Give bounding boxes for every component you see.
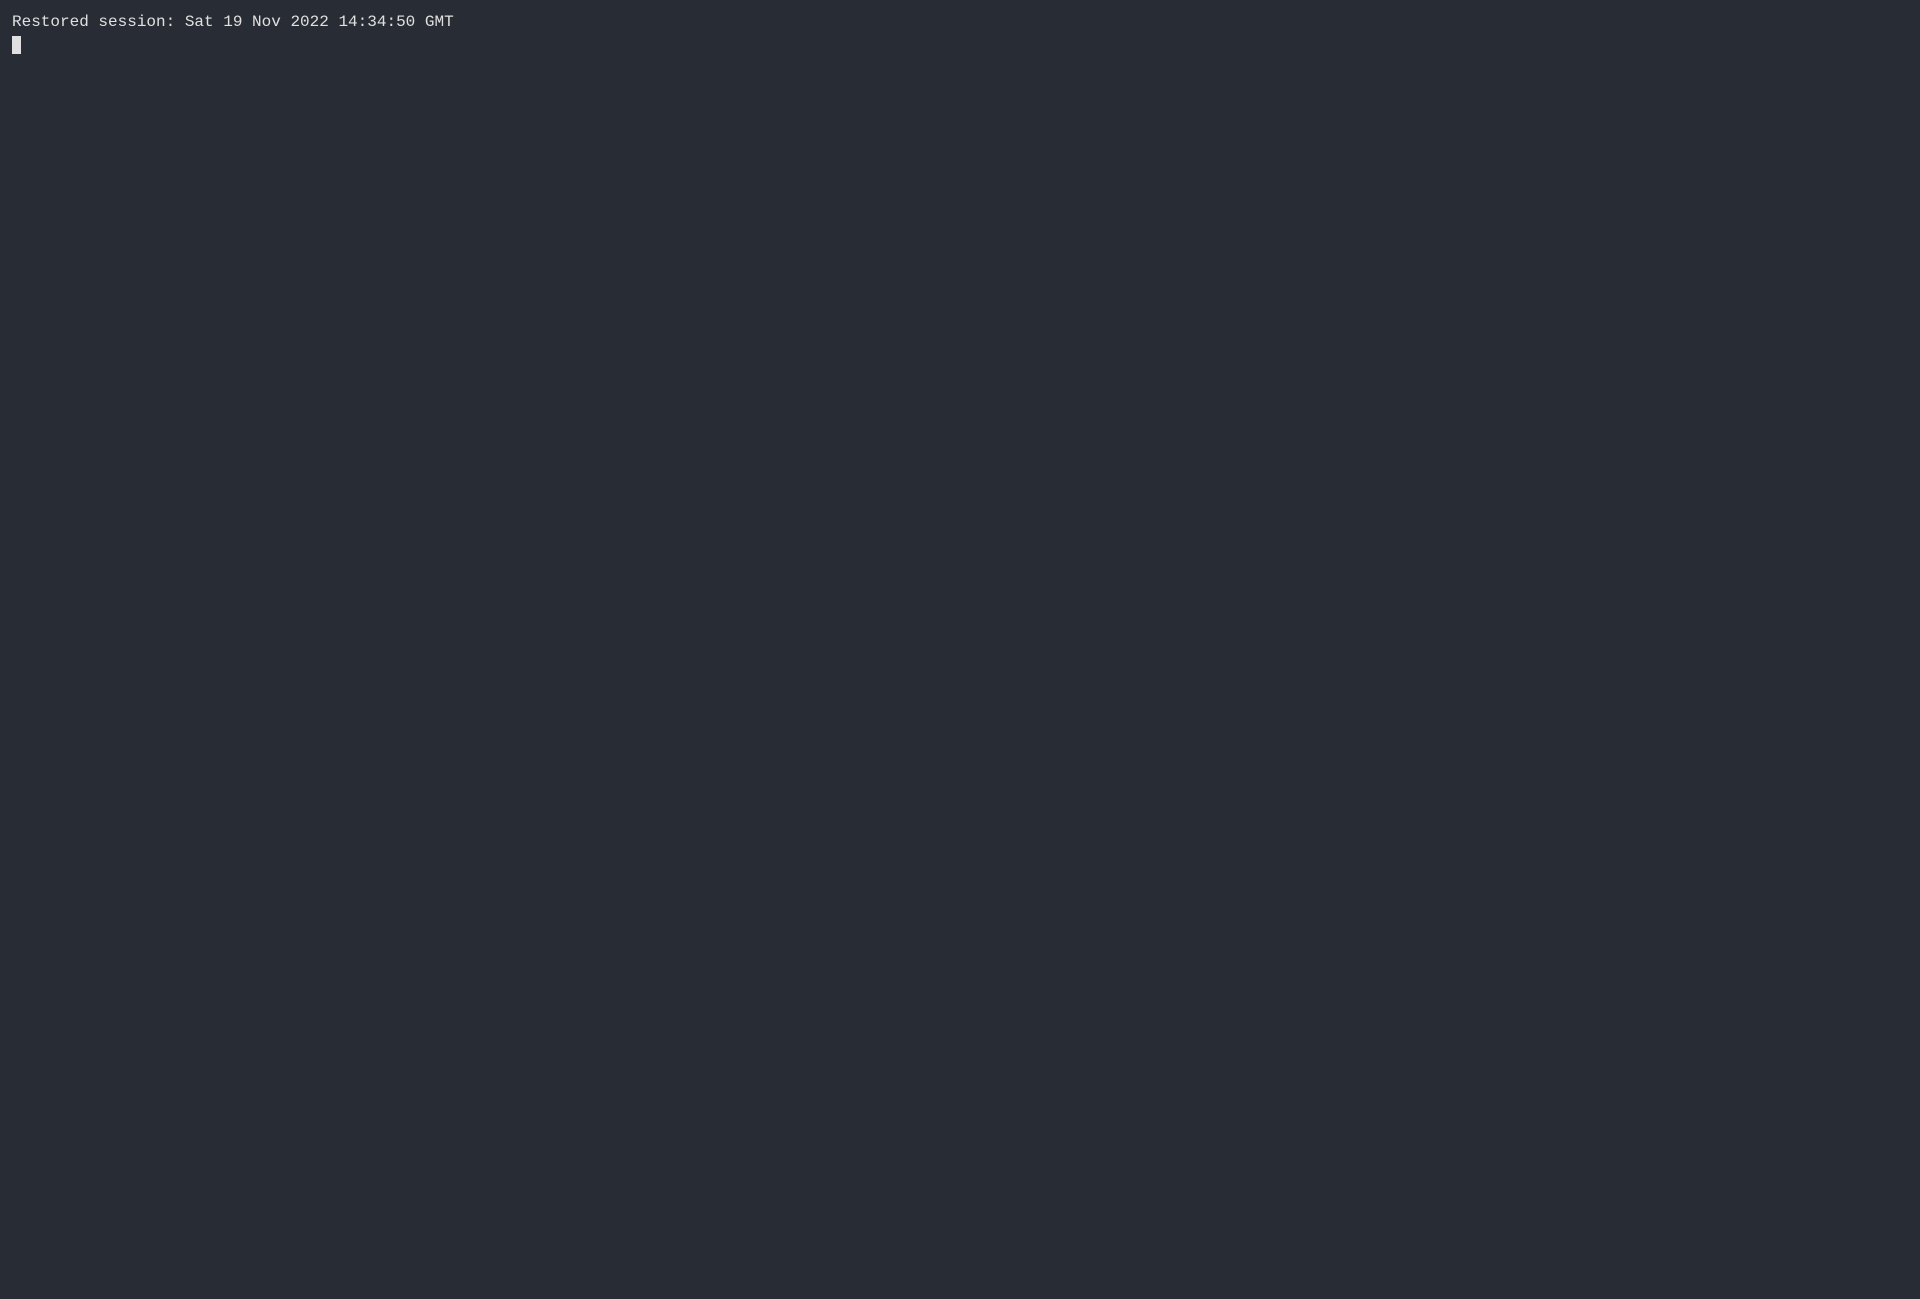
terminal-window[interactable]: Restored session: Sat 19 Nov 2022 14:34:… [0, 0, 1920, 1299]
terminal-output-line: Restored session: Sat 19 Nov 2022 14:34:… [12, 10, 1908, 34]
terminal-cursor-line [12, 34, 1908, 54]
terminal-cursor [12, 36, 21, 54]
